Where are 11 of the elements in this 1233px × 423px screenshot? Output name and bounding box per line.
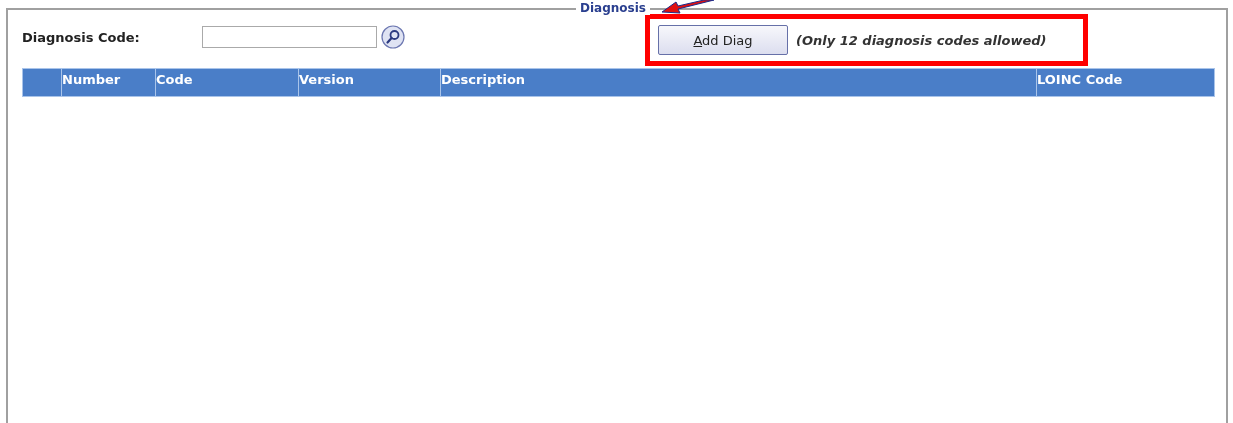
field-label: Diagnosis Code:: [22, 29, 141, 45]
column-header: Version: [298, 69, 440, 96]
diagnosis-code-field[interactable]: [202, 26, 377, 48]
column-header: Number: [61, 69, 155, 96]
column-header: Code: [155, 69, 298, 96]
add-diag-button[interactable]: Add Diag: [658, 25, 788, 55]
panel-title: Diagnosis: [576, 1, 650, 15]
column-header: Description: [440, 69, 1036, 96]
column-header: LOINC Code: [1036, 69, 1214, 96]
limit-note: (Only 12 diagnosis codes allowed): [796, 32, 1047, 48]
search-icon[interactable]: [381, 25, 405, 49]
